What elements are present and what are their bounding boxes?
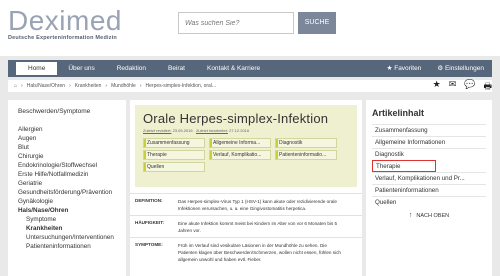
definition-row: HÄUFIGKEIT: Eine akute Infektion kommt me… xyxy=(130,215,362,234)
toc-item[interactable]: Diagnostik xyxy=(372,148,486,160)
nav-home[interactable]: Home xyxy=(16,62,58,75)
sidebar-item[interactable]: Hals/Nase/Ohren xyxy=(18,206,120,215)
definition-text: Eine akute Infektion kommt meist bei Kin… xyxy=(178,221,338,233)
sidebar-item[interactable]: Geriatrie xyxy=(18,179,120,188)
category-sidebar: Beschwerden/Symptome Allergien Augen Blut C… xyxy=(8,100,126,276)
breadcrumb-separator: › xyxy=(21,83,23,89)
section-chips: Zusammenfassung Allgemeine Informa... Diag… xyxy=(143,138,349,172)
comment-icon[interactable]: 💬 xyxy=(464,79,475,95)
sidebar-item[interactable]: Augen xyxy=(18,134,120,143)
sidebar-heading[interactable]: Beschwerden/Symptome xyxy=(18,108,120,115)
definition-label: SYMPTOME: xyxy=(135,242,163,247)
search-button[interactable]: SUCHE xyxy=(298,12,336,34)
sidebar-item[interactable]: Gynäkologie xyxy=(18,197,120,206)
section-chip[interactable]: Diagnostik xyxy=(275,138,337,148)
breadcrumb-separator: › xyxy=(105,83,108,89)
breadcrumb-hals-nase-ohren[interactable]: Hals/Nase/Ohren xyxy=(27,83,65,89)
toc-item[interactable]: Quellen xyxy=(372,196,486,208)
toc-item[interactable]: Zusammenfassung xyxy=(372,124,486,136)
section-chip[interactable]: Therapie xyxy=(143,150,205,160)
nav-redaktion[interactable]: Redaktion xyxy=(106,60,157,77)
breadcrumb-current: Herpes-simplex-Infektion, oral... xyxy=(145,83,217,89)
breadcrumb-krankheiten[interactable]: Krankheiten xyxy=(75,83,102,89)
breadcrumb-separator: › xyxy=(69,83,71,89)
definition-label: HÄUFIGKEIT: xyxy=(135,220,165,225)
sidebar-item[interactable]: Allergien xyxy=(18,125,120,134)
toc-sidebar: Artikelinhalt Zusammenfassung Allgemeine … xyxy=(366,100,492,276)
category-list: Allergien Augen Blut Chirurgie Endokrinologi… xyxy=(18,125,120,251)
sidebar-item[interactable]: Gesundheitsförderung/Prävention xyxy=(18,188,120,197)
star-icon[interactable]: ★ xyxy=(433,79,441,95)
section-chip[interactable]: Allgemeine Informa... xyxy=(209,138,271,148)
site-logo[interactable]: Deximed Deutsche Experteninformation Med… xyxy=(8,5,122,42)
sidebar-item[interactable]: Untersuchungen/Interventionen xyxy=(18,233,120,242)
sidebar-item[interactable]: Krankheiten xyxy=(18,224,120,233)
nav-settings[interactable]: ⚙ Einstellungen xyxy=(429,60,492,77)
nav-beirat[interactable]: Beirat xyxy=(157,60,196,77)
sidebar-item[interactable]: Erste Hilfe/Notfallmedizin xyxy=(18,170,120,179)
section-chip[interactable]: Zusammenfassung xyxy=(143,138,205,148)
search-input[interactable] xyxy=(178,12,294,34)
breadcrumb: ⌂ › Hals/Nase/Ohren › Krankheiten › Mund… xyxy=(8,80,492,92)
meta-revised-label: Zuletzt revidiert: xyxy=(143,128,172,133)
section-chip[interactable]: Verlauf, Komplikatio... xyxy=(209,150,271,160)
mail-icon[interactable]: ✉ xyxy=(449,79,457,95)
logo-tagline: Deutsche Experteninformation Medizin xyxy=(8,35,117,41)
section-chip[interactable]: Quellen xyxy=(143,162,205,172)
back-to-top-label: NACH OBEN xyxy=(416,213,450,219)
article-main: Orale Herpes-simplex-Infektion Zuletzt r… xyxy=(130,100,362,276)
article-header-box: Orale Herpes-simplex-Infektion Zuletzt r… xyxy=(135,105,357,187)
nav-favorites[interactable]: ★ Favoriten xyxy=(379,60,430,77)
sidebar-item[interactable]: Blut xyxy=(18,143,120,152)
definition-text: Früh im Verlauf sind vesikuläre Läsionen… xyxy=(178,243,341,262)
sidebar-item[interactable]: Patienteninformationen xyxy=(18,242,120,251)
toc-list: Zusammenfassung Allgemeine Informationen D… xyxy=(372,124,486,208)
print-icon[interactable]: 🖶 xyxy=(484,79,493,95)
meta-revised-date: 23.05.2016 xyxy=(172,128,193,133)
definition-label: DEFINITION: xyxy=(135,198,163,203)
toc-item[interactable]: Therapie xyxy=(372,160,436,172)
meta-edited-date: 27.12.2016 xyxy=(229,128,250,133)
sidebar-item[interactable]: Symptome xyxy=(18,215,120,224)
toc-item[interactable]: Patienteninformationen xyxy=(372,184,486,196)
arrow-up-icon: ↑ xyxy=(408,212,413,219)
sidebar-item[interactable]: Endokrinologie/Stoffwechsel xyxy=(18,161,120,170)
definitions-list: DEFINITION: Das Herpes-simplex-Virus Typ … xyxy=(130,193,362,263)
nav-kontakt-karriere[interactable]: Kontakt & Karriere xyxy=(196,60,271,77)
definition-text: Das Herpes-simplex-Virus Typ 1 (HSV-1) k… xyxy=(178,199,337,211)
site-header: Deximed Deutsche Experteninformation Med… xyxy=(0,0,500,56)
breadcrumb-mundhoehle[interactable]: Mundhöhle xyxy=(111,83,136,89)
definition-row: DEFINITION: Das Herpes-simplex-Virus Typ … xyxy=(130,193,362,212)
home-icon[interactable]: ⌂ xyxy=(14,83,17,89)
logo-wordmark: Deximed xyxy=(8,5,122,36)
toc-heading: Artikelinhalt xyxy=(372,108,425,118)
article-meta: Zuletzt revidiert: 23.05.2016 Zuletzt be… xyxy=(143,128,349,133)
page-tools: ★ ✉ 💬 🖶 xyxy=(433,79,492,95)
back-to-top-link[interactable]: ↑ NACH OBEN xyxy=(372,212,486,219)
main-navigation: Home Über uns Redaktion Beirat Kontakt &… xyxy=(8,60,492,77)
section-chip[interactable]: Patienteninformatio... xyxy=(275,150,337,160)
meta-edited-label: Zuletzt bearbeitet: xyxy=(195,128,228,133)
nav-ueber-uns[interactable]: Über uns xyxy=(57,60,105,77)
toc-item[interactable]: Allgemeine Informationen xyxy=(372,136,486,148)
breadcrumb-separator: › xyxy=(139,83,142,89)
page-title: Orale Herpes-simplex-Infektion xyxy=(143,111,329,126)
toc-item[interactable]: Verlauf, Komplikationen und Pr... xyxy=(372,172,486,184)
definition-row: SYMPTOME: Früh im Verlauf sind vesikuläre… xyxy=(130,237,362,263)
sidebar-item[interactable]: Chirurgie xyxy=(18,152,120,161)
